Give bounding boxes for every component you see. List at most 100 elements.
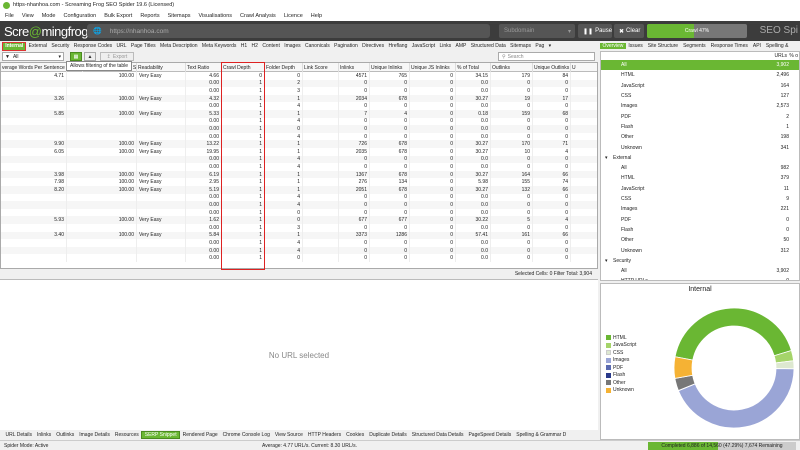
tab-hreflang[interactable]: Hreflang [386,42,409,51]
overview-row-flash[interactable]: Flash 1 [601,122,799,132]
column-header-unique-inlinks[interactable]: Unique Inlinks [370,63,410,72]
mode-select[interactable]: Subdomain ▾ [499,24,575,38]
overview-row-external[interactable]: ▾ External [601,153,799,163]
table-row[interactable]: 0.00 1 4 0 0 0 0.0 0 0 [1,102,597,110]
menu-bulk-export[interactable]: Bulk Export [104,13,132,19]
overview-row-images[interactable]: Images 2,573 [601,101,799,111]
overview-row-javascript[interactable]: JavaScript 164 [601,81,799,91]
table-row[interactable]: 0.00 1 3 0 0 0 0.0 0 0 [1,87,597,95]
bottom-tab-duplicate-details[interactable]: Duplicate Details [367,432,410,438]
table-row[interactable]: 0.00 1 4 0 0 0 0.0 0 0 [1,163,597,171]
right-tab-segments[interactable]: Segments [681,43,709,49]
column-header-readability[interactable]: Readability [137,63,186,72]
bottom-tab-view-source[interactable]: View Source [272,432,305,438]
donut-slice-unknown[interactable] [673,356,694,379]
column-header-text-ratio[interactable]: Text Ratio [186,63,222,72]
table-row[interactable]: 7.98 100.00 Very Easy 2.95 1 1 276 134 0 5.98 155 7… [1,178,597,186]
menu-help[interactable]: Help [311,13,322,19]
menu-crawl-analysis[interactable]: Crawl Analysis [240,13,276,19]
column-header-inlinks[interactable]: Inlinks [339,63,370,72]
url-input[interactable]: 🌐 https://nhanhoa.com [87,24,490,38]
bottom-tab-spelling-grammar-d[interactable]: Spelling & Grammar D [514,432,569,438]
bottom-tab-cookies[interactable]: Cookies [344,432,367,438]
table-row[interactable]: 0.00 1 4 0 0 0 0.0 0 0 [1,117,597,126]
tab-structured-data[interactable]: Structured Data [469,42,508,51]
menu-view[interactable]: View [22,13,34,19]
menu-file[interactable]: File [5,13,14,19]
overview-row-http-urls[interactable]: HTTP URLs 0 [601,276,799,280]
donut-slice-html[interactable] [674,307,792,361]
tree-view-button[interactable]: ▲ [84,52,96,61]
table-row[interactable]: 5.93 100.00 Very Easy 1.62 1 0 677 677 0 30.22 5 4 [1,216,597,224]
table-row[interactable]: 0.00 1 4 0 0 0 0.0 0 0 [1,201,597,209]
overview-row-all[interactable]: All 982 [601,163,799,173]
bottom-tab-image-details[interactable]: Image Details [77,432,113,438]
overview-row-css[interactable]: CSS 127 [601,91,799,101]
overview-row-all[interactable]: All 3,902 [601,266,799,276]
tab-page-titles[interactable]: Page Titles [129,42,158,51]
tab-pagination[interactable]: Pagination [332,42,360,51]
overview-row-pdf[interactable]: PDF 2 [601,112,799,122]
overview-row-unknown[interactable]: Unknown 341 [601,142,799,152]
pause-button[interactable]: ❚❚ Pause [578,24,612,38]
menu-mode[interactable]: Mode [42,13,56,19]
overview-row-html[interactable]: HTML 2,496 [601,70,799,80]
bottom-tab-rendered-page[interactable]: Rendered Page [180,432,220,438]
expand-icon[interactable]: ▾ [605,155,608,161]
tab-url[interactable]: URL [114,42,128,51]
column-header-outlinks[interactable]: Outlinks [491,63,533,72]
tab-security[interactable]: Security [49,42,71,51]
table-row[interactable]: 0.00 1 0 0 0 0 0.0 0 0 [1,254,597,262]
tab-javascript[interactable]: JavaScript [410,42,438,51]
menu-licence[interactable]: Licence [284,13,303,19]
column-header-link-score[interactable]: Link Score [303,63,339,72]
tab-directives[interactable]: Directives [360,42,386,51]
column-header-unique-outlinks[interactable]: Unique Outlinks [533,63,571,72]
tab-content[interactable]: Content [260,42,282,51]
right-tab-overview[interactable]: Overview [600,43,626,49]
overview-row-unknown[interactable]: Unknown 312 [601,245,799,255]
tab-response-codes[interactable]: Response Codes [72,42,115,51]
table-view-button[interactable]: ▦ [70,52,82,61]
table-row[interactable]: 6.05 100.00 Very Easy 19.95 1 1 2035 678 0 30.27 1… [1,148,597,156]
right-tab-response-times[interactable]: Response Times [708,43,750,49]
table-row[interactable]: 9.90 100.00 Very Easy 13.22 1 1 726 678 0 30.27 17… [1,140,597,148]
table-row[interactable]: 0.00 1 2 0 0 0 0.0 0 0 [1,79,597,88]
right-tab-spelling[interactable]: Spelling & [763,43,791,49]
tab-links[interactable]: Links [437,42,453,51]
bottom-tab-url-details[interactable]: URL Details [3,432,35,438]
overview-row-images[interactable]: Images 221 [601,204,799,214]
table-row[interactable]: 8.20 100.00 Very Easy 5.19 1 1 2051 678 0 30.27 13… [1,186,597,194]
tab-meta-keywords[interactable]: Meta Keywords [200,42,239,51]
donut-slice-images[interactable] [677,368,795,429]
table-row[interactable]: 3.40 100.00 Very Easy 5.84 1 1 3373 1286 0 57.41 1… [1,231,597,240]
bottom-tab-serp-snippet[interactable]: SERP Snippet [141,431,181,439]
tabs-overflow-icon[interactable]: ▾ [546,42,553,51]
overview-row-other[interactable]: Other 50 [601,235,799,245]
column-header-crawl-depth[interactable]: Crawl Depth [222,63,265,72]
overview-row-flash[interactable]: Flash 0 [601,225,799,235]
column-header-u[interactable]: U [571,63,597,72]
overview-row-all[interactable]: All 3,902 [601,60,799,71]
overview-row-pdf[interactable]: PDF 0 [601,215,799,225]
search-input[interactable]: ⚲ Search [498,52,595,61]
table-row[interactable]: 0.00 1 4 0 0 0 0.0 0 0 [1,132,597,141]
bottom-tab-pagespeed-details[interactable]: PageSpeed Details [466,432,514,438]
overview-row-css[interactable]: CSS 9 [601,194,799,204]
overview-row-javascript[interactable]: JavaScript 11 [601,184,799,194]
table-row[interactable]: 0.00 1 0 0 0 0 0.0 0 0 [1,208,597,217]
clear-button[interactable]: ✖ Clear [614,24,644,38]
overview-row-other[interactable]: Other 198 [601,132,799,142]
tab-external[interactable]: External [26,42,49,51]
tab-h1[interactable]: H1 [239,42,250,51]
filter-select[interactable]: ▼ All ▾ [2,52,64,61]
bottom-tab-outlinks[interactable]: Outlinks [54,432,77,438]
tab-h2[interactable]: H2 [249,42,260,51]
overview-row-security[interactable]: ▾ Security [601,256,799,266]
bottom-tab-http-headers[interactable]: HTTP Headers [305,432,343,438]
table-row[interactable]: 4.71 100.00 Very Easy 4.66 0 0 4571 765 0 34.15 17… [1,72,597,80]
tab-images[interactable]: Images [282,42,303,51]
column-header-verage-words-per-sentence[interactable]: verage Words Per Sentence [1,63,67,72]
table-row[interactable]: 0.00 1 4 0 0 0 0.0 0 0 [1,155,597,164]
column-header-of-total[interactable]: % of Total [456,63,491,72]
